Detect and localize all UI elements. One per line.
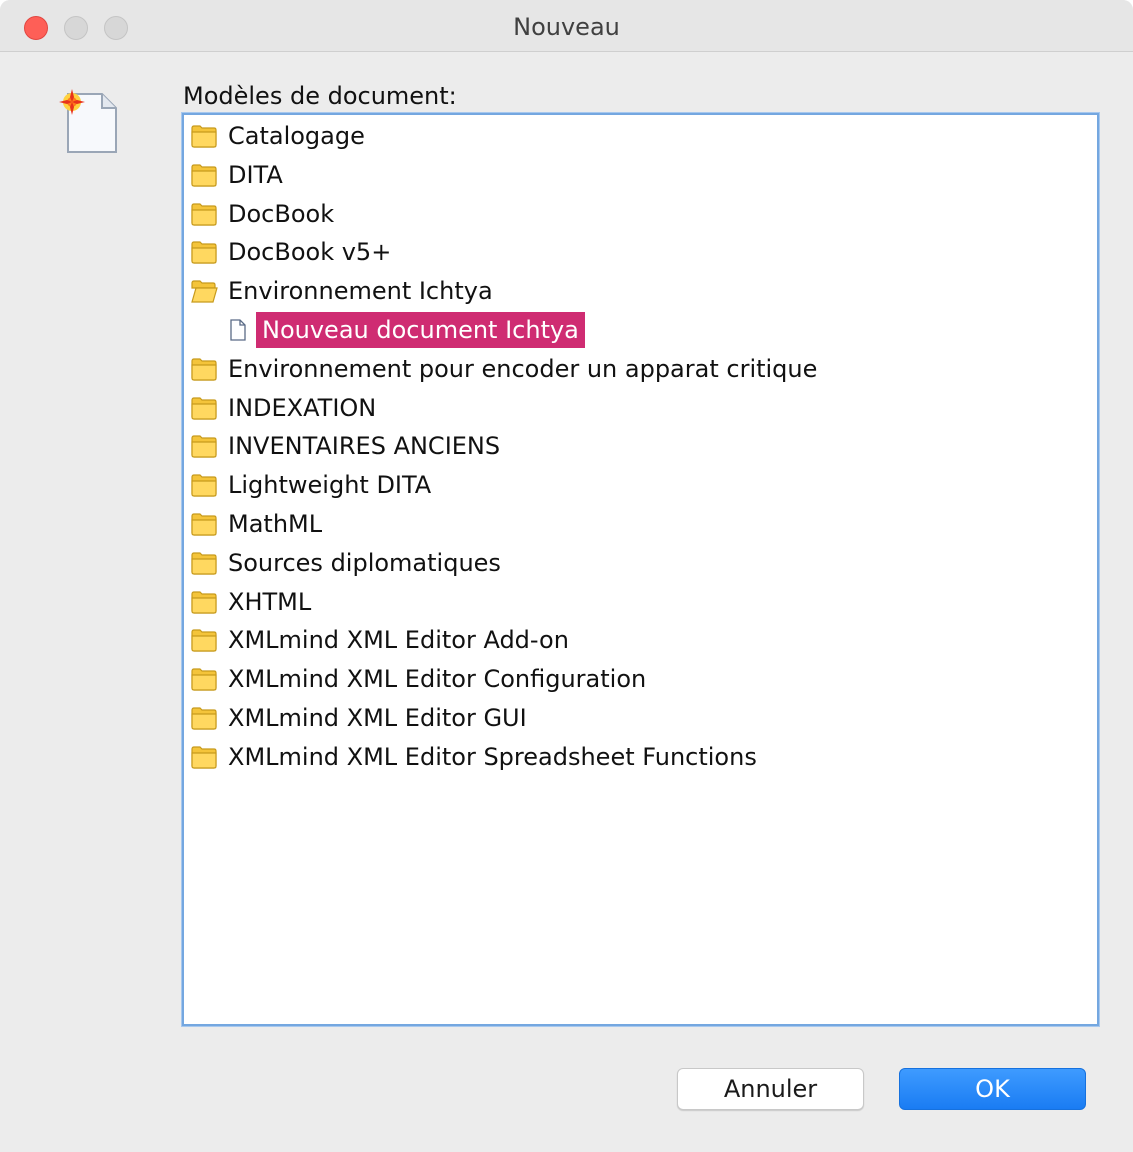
window-title: Nouveau (513, 13, 620, 41)
tree-item-label: Environnement Ichtya (228, 277, 493, 306)
tree-item-label: Sources diplomatiques (228, 548, 501, 577)
tree-folder-item[interactable]: Environnement Ichtya (190, 272, 495, 310)
tree-folder-item[interactable]: XMLmind XML Editor Spreadsheet Functions (190, 738, 759, 776)
title-bar[interactable]: Nouveau (0, 0, 1133, 52)
tree-item-label: XMLmind XML Editor Add-on (228, 626, 569, 655)
tree-folder-item[interactable]: DITA (190, 156, 285, 194)
folder-icon (191, 164, 217, 187)
folder-icon (191, 513, 217, 536)
tree-folder-item[interactable]: Environnement pour encoder un apparat cr… (190, 350, 819, 388)
tree-folder-item[interactable]: Sources diplomatiques (190, 544, 503, 582)
folder-icon (191, 396, 217, 420)
folder-icon (191, 590, 217, 614)
folder-icon (191, 629, 217, 652)
tree-item-label: DocBook v5+ (228, 238, 392, 267)
tree-folder-item[interactable]: XMLmind XML Editor Configuration (190, 660, 648, 698)
folder-icon (191, 125, 217, 148)
folder-icon (191, 552, 217, 575)
tree-item-label: XMLmind XML Editor Spreadsheet Functions (228, 742, 757, 771)
tree-folder-item[interactable]: XHTML (190, 583, 313, 621)
tree-folder-item[interactable]: XMLmind XML Editor Add-on (190, 621, 571, 659)
folder-icon (191, 474, 217, 497)
tree-item-label: INVENTAIRES ANCIENS (228, 432, 501, 461)
templates-tree[interactable]: Catalogage DITA DocBook DocBook v5+ Environn… (182, 113, 1099, 1026)
templates-list-label: Modèles de document: (183, 82, 457, 110)
open-folder-icon (191, 280, 218, 303)
tree-item-label: Environnement pour encoder un apparat cr… (228, 354, 818, 383)
tree-folder-item[interactable]: Catalogage (190, 117, 367, 155)
tree-item-label: Nouveau document Ichtya (256, 312, 585, 348)
folder-icon (191, 241, 217, 264)
cancel-button[interactable]: Annuler (677, 1068, 864, 1110)
folder-icon (191, 746, 217, 769)
tree-folder-item[interactable]: XMLmind XML Editor GUI (190, 699, 529, 737)
tree-folder-item[interactable]: MathML (190, 505, 324, 543)
tree-item-label: INDEXATION (228, 393, 377, 422)
tree-item-label: XMLmind XML Editor GUI (228, 704, 527, 732)
tree-item-label: DocBook (228, 199, 335, 228)
tree-folder-item[interactable]: INDEXATION (190, 389, 378, 427)
new-document-icon (59, 89, 117, 153)
tree-folder-item[interactable]: INVENTAIRES ANCIENS (190, 427, 502, 465)
tree-item-label: Catalogage (228, 122, 365, 150)
tree-item-label: XMLmind XML Editor Configuration (228, 665, 647, 694)
tree-document-item[interactable]: Nouveau document Ichtya (190, 311, 585, 349)
tree-item-label: Lightweight DITA (228, 471, 432, 500)
folder-icon (191, 358, 217, 381)
folder-icon (191, 707, 217, 730)
document-icon (230, 319, 246, 341)
tree-item-label: XHTML (228, 587, 312, 616)
tree-item-label: MathML (228, 510, 323, 538)
folder-icon (191, 202, 217, 226)
new-document-dialog: Nouveau Modèles de document: Catalogage D… (0, 0, 1133, 1152)
folder-icon (191, 668, 217, 691)
folder-icon (191, 435, 217, 458)
tree-folder-item[interactable]: DocBook (190, 195, 336, 233)
tree-folder-item[interactable]: Lightweight DITA (190, 466, 433, 504)
tree-item-label: DITA (228, 160, 283, 189)
ok-button[interactable]: OK (899, 1068, 1086, 1110)
tree-folder-item[interactable]: DocBook v5+ (190, 233, 393, 271)
